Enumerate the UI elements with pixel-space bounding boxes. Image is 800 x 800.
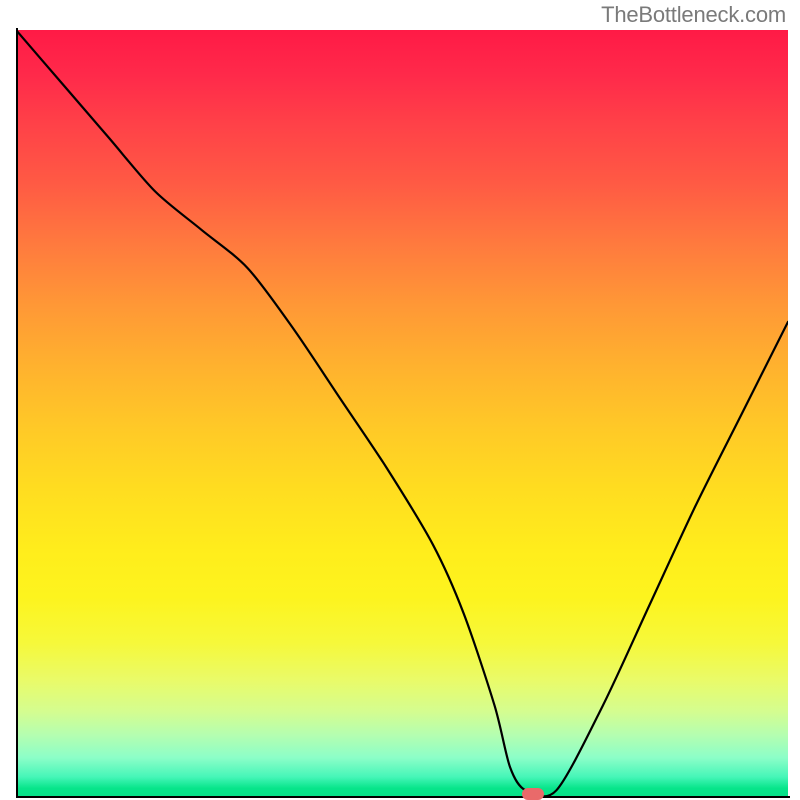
watermark-text: TheBottleneck.com (601, 2, 786, 28)
chart-marker (522, 788, 544, 800)
chart-curve (16, 30, 788, 798)
chart-plot-area (16, 30, 788, 798)
